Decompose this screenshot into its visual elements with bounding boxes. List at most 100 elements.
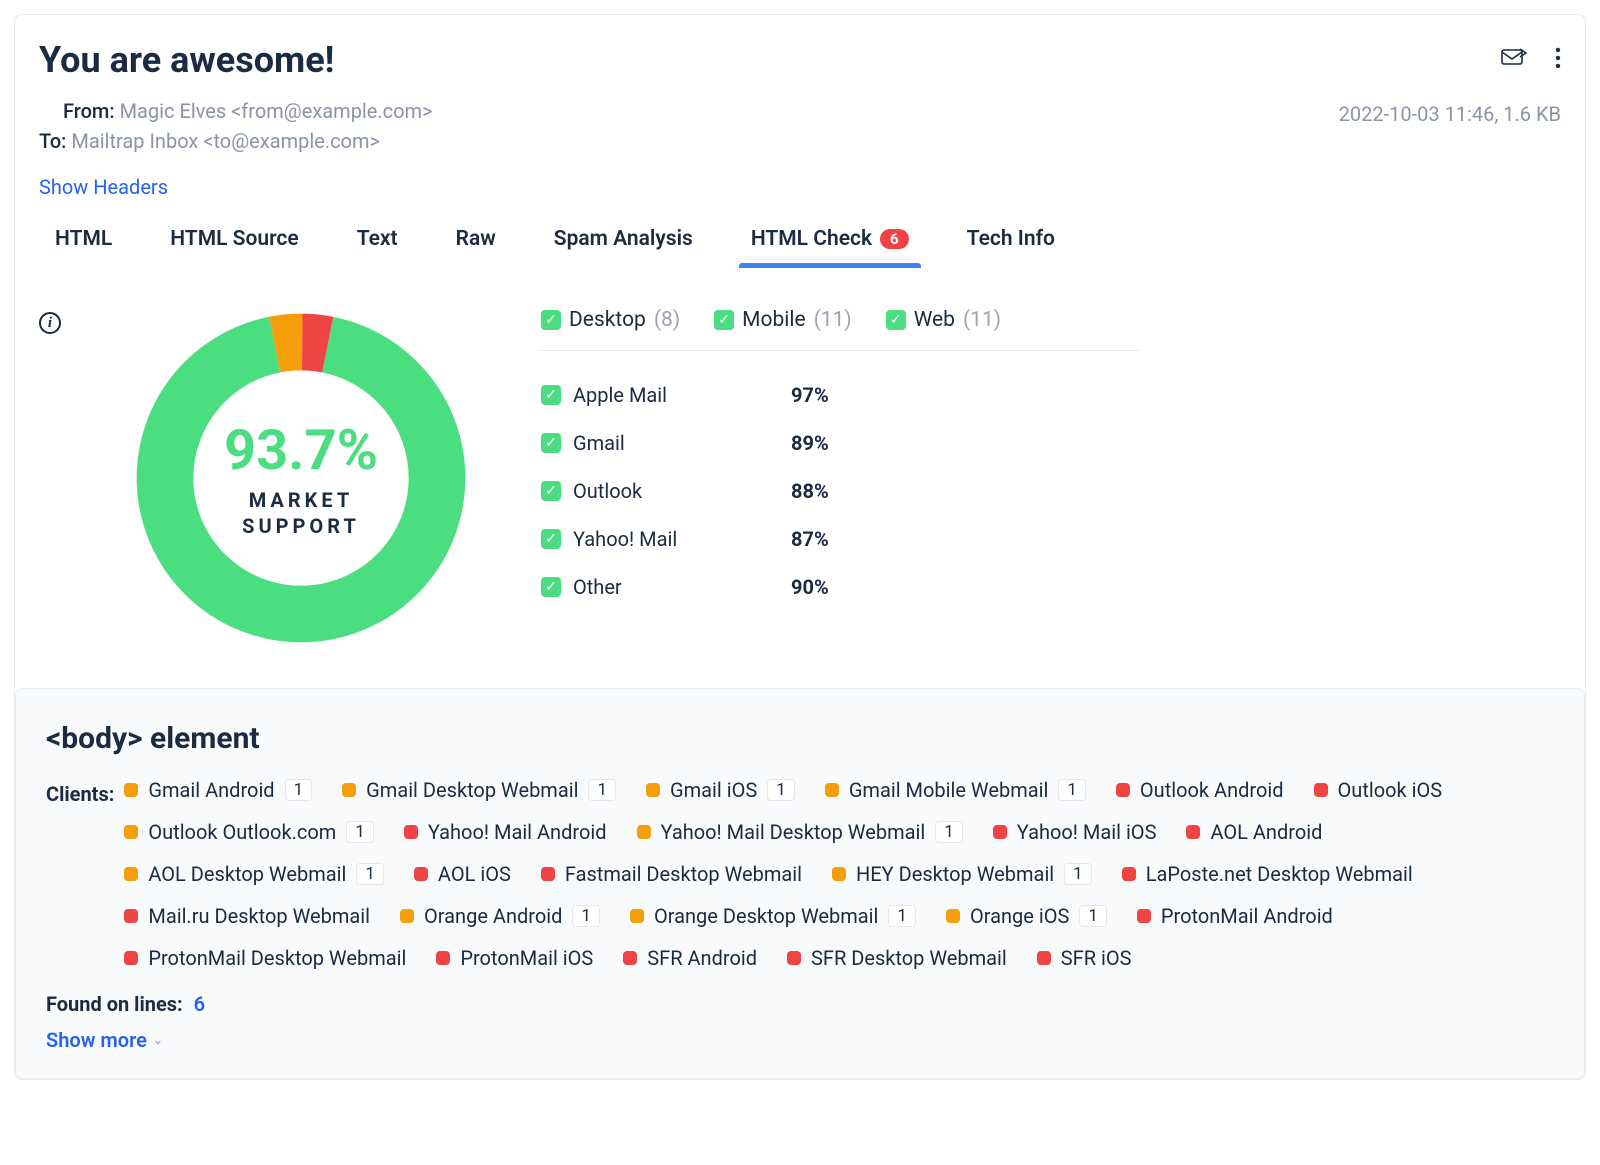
- client-pill: ProtonMail iOS: [436, 946, 593, 970]
- status-dot-icon: [623, 951, 637, 965]
- client-pill: SFR Android: [623, 946, 757, 970]
- status-dot-icon: [404, 825, 418, 839]
- count-badge: 1: [588, 779, 616, 801]
- client-pill: Outlook Android: [1116, 778, 1284, 802]
- found-on-lines-label: Found on lines:: [46, 992, 183, 1016]
- status-dot-icon: [400, 909, 414, 923]
- status-dot-icon: [637, 825, 651, 839]
- status-dot-icon: [342, 783, 356, 797]
- client-row[interactable]: ✓Apple Mail97%: [541, 371, 1141, 419]
- tab-tech-info[interactable]: Tech Info: [967, 227, 1055, 267]
- status-dot-icon: [946, 909, 960, 923]
- client-pill: LaPoste.net Desktop Webmail: [1122, 862, 1413, 886]
- client-pill: Orange iOS1: [946, 904, 1107, 928]
- to-label: To:: [39, 129, 66, 153]
- donut-label: MARKETSUPPORT: [242, 487, 360, 539]
- checkbox-icon: ✓: [541, 385, 561, 405]
- client-pill: SFR iOS: [1037, 946, 1132, 970]
- tabs: HTML HTML Source Text Raw Spam Analysis HTML …: [15, 199, 1585, 268]
- to-value: Mailtrap Inbox <to@example.com>: [71, 129, 380, 153]
- status-dot-icon: [541, 867, 555, 881]
- client-pill: Gmail iOS1: [646, 778, 795, 802]
- filter-mobile[interactable]: ✓Mobile (11): [714, 308, 852, 332]
- chevron-down-icon: ⌄: [153, 1033, 163, 1047]
- found-on-lines-value[interactable]: 6: [194, 992, 205, 1016]
- status-dot-icon: [787, 951, 801, 965]
- client-row[interactable]: ✓Gmail89%: [541, 419, 1141, 467]
- client-pill: Outlook Outlook.com1: [124, 820, 374, 844]
- checkbox-icon: ✓: [541, 310, 561, 330]
- count-badge: 1: [572, 905, 600, 927]
- status-dot-icon: [124, 867, 138, 881]
- count-badge: 1: [356, 863, 384, 885]
- status-dot-icon: [993, 825, 1007, 839]
- tab-html-check[interactable]: HTML Check6: [751, 227, 909, 267]
- issue-panel: <body> element Clients: Gmail Android1 Gm…: [15, 688, 1585, 1079]
- checkbox-icon: ✓: [886, 310, 906, 330]
- page-title: You are awesome!: [39, 39, 334, 81]
- market-support-donut: 93.7% MARKETSUPPORT: [131, 308, 471, 648]
- checkbox-icon: ✓: [541, 481, 561, 501]
- client-pill: SFR Desktop Webmail: [787, 946, 1007, 970]
- status-dot-icon: [436, 951, 450, 965]
- status-dot-icon: [1137, 909, 1151, 923]
- clients-label: Clients:: [46, 782, 114, 806]
- client-row[interactable]: ✓Other90%: [541, 563, 1141, 611]
- tab-raw[interactable]: Raw: [456, 227, 496, 267]
- client-pill: Yahoo! Mail Desktop Webmail1: [637, 820, 963, 844]
- status-dot-icon: [124, 825, 138, 839]
- client-pill: HEY Desktop Webmail1: [832, 862, 1092, 886]
- client-pill: Outlook iOS: [1314, 778, 1443, 802]
- status-dot-icon: [646, 783, 660, 797]
- status-dot-icon: [124, 783, 138, 797]
- status-dot-icon: [414, 867, 428, 881]
- status-dot-icon: [1037, 951, 1051, 965]
- client-pill: Orange Desktop Webmail1: [630, 904, 916, 928]
- count-badge: 1: [767, 779, 795, 801]
- info-icon[interactable]: i: [39, 312, 61, 334]
- show-more-link[interactable]: Show more ⌄: [46, 1028, 1554, 1052]
- forward-icon[interactable]: [1501, 47, 1527, 74]
- filter-desktop[interactable]: ✓Desktop (8): [541, 308, 680, 332]
- count-badge: 1: [935, 821, 963, 843]
- from-value: Magic Elves <from@example.com>: [120, 99, 433, 123]
- issue-title: <body> element: [46, 721, 1554, 756]
- client-pill: Gmail Mobile Webmail1: [825, 778, 1086, 802]
- status-dot-icon: [832, 867, 846, 881]
- tab-spam-analysis[interactable]: Spam Analysis: [554, 227, 693, 267]
- client-pill: ProtonMail Android: [1137, 904, 1333, 928]
- client-pill: Gmail Android1: [124, 778, 312, 802]
- more-menu-icon[interactable]: [1555, 47, 1561, 74]
- donut-percentage: 93.7%: [224, 417, 378, 483]
- status-dot-icon: [1186, 825, 1200, 839]
- client-pill: Fastmail Desktop Webmail: [541, 862, 802, 886]
- client-pill: Yahoo! Mail iOS: [993, 820, 1157, 844]
- client-pill: Yahoo! Mail Android: [404, 820, 607, 844]
- filter-web[interactable]: ✓Web (11): [886, 308, 1001, 332]
- tab-html[interactable]: HTML: [55, 227, 112, 267]
- count-badge: 1: [1064, 863, 1092, 885]
- client-pill: AOL Desktop Webmail1: [124, 862, 384, 886]
- show-headers-link[interactable]: Show Headers: [15, 159, 1585, 199]
- client-pill: ProtonMail Desktop Webmail: [124, 946, 406, 970]
- from-label: From:: [63, 99, 115, 123]
- status-dot-icon: [124, 909, 138, 923]
- timestamp: 2022-10-03 11:46, 1.6 KB: [1339, 102, 1561, 126]
- count-badge: 1: [1058, 779, 1086, 801]
- client-row[interactable]: ✓Outlook88%: [541, 467, 1141, 515]
- tab-text[interactable]: Text: [357, 227, 398, 267]
- status-dot-icon: [124, 951, 138, 965]
- checkbox-icon: ✓: [714, 310, 734, 330]
- client-row[interactable]: ✓Yahoo! Mail87%: [541, 515, 1141, 563]
- status-dot-icon: [1122, 867, 1136, 881]
- client-pill: Gmail Desktop Webmail1: [342, 778, 616, 802]
- status-dot-icon: [1116, 783, 1130, 797]
- status-dot-icon: [825, 783, 839, 797]
- client-pill: Orange Android1: [400, 904, 600, 928]
- count-badge: 1: [346, 821, 374, 843]
- checkbox-icon: ✓: [541, 577, 561, 597]
- client-pill: Mail.ru Desktop Webmail: [124, 904, 370, 928]
- status-dot-icon: [1314, 783, 1328, 797]
- tab-html-source[interactable]: HTML Source: [170, 227, 298, 267]
- checkbox-icon: ✓: [541, 433, 561, 453]
